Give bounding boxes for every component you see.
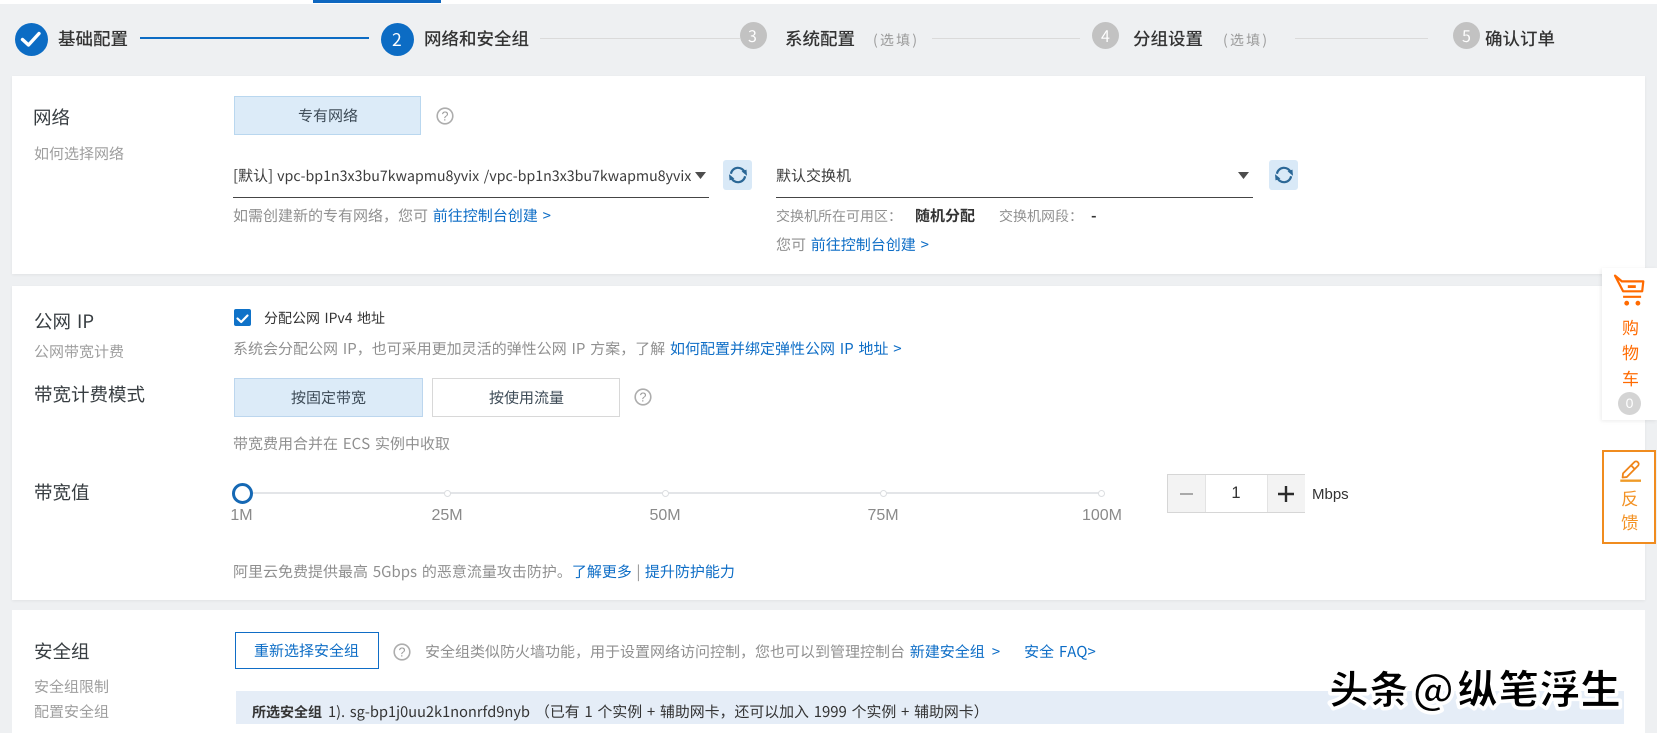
svg-text:?: ?: [640, 391, 647, 405]
svg-text:?: ?: [442, 110, 449, 124]
svg-text:?: ?: [398, 645, 405, 659]
